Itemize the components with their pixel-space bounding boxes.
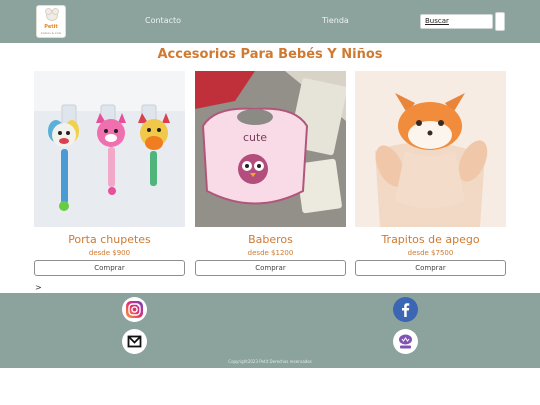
product-image[interactable] [34,71,185,227]
product-price: desde $1200 [247,249,294,257]
product-name[interactable]: Baberos [195,233,346,246]
bibs-image: cute [195,71,346,227]
logo[interactable]: Petit babies & kids [36,5,66,38]
logo-text: Petit [44,24,58,30]
fox-comforter-image [355,71,506,227]
buy-button[interactable]: Comprar [195,260,346,276]
search-input[interactable]: Buscar [420,14,493,29]
buy-button[interactable]: Comprar [355,260,506,276]
product-name[interactable]: Trapitos de apego [355,233,506,246]
carousel-next[interactable]: > [35,283,42,292]
logo-subtext: babies & kids [40,31,62,35]
product-price: desde $900 [88,249,131,257]
product-price: desde $7500 [407,249,454,257]
footer: Copyright2023 Petit Derechos reservados [0,293,540,368]
nav-tienda[interactable]: Tienda [322,16,349,25]
bear-icon [45,8,59,21]
search-button[interactable] [495,12,505,31]
header-bar: Petit babies & kids Contacto Tienda Busc… [0,0,540,43]
copyright-text: Copyright2023 Petit Derechos reservados [228,359,312,364]
nav-contacto[interactable]: Contacto [145,16,181,25]
product-name[interactable]: Porta chupetes [34,233,185,246]
mail-icon[interactable] [122,329,147,354]
facebook-icon[interactable] [393,297,418,322]
product-image[interactable]: cute [195,71,346,227]
buy-button[interactable]: Comprar [34,260,185,276]
instagram-icon[interactable] [122,297,147,322]
woocommerce-icon[interactable] [393,329,418,354]
page-title: Accesorios Para Bebés Y Niños [157,47,383,62]
product-image[interactable] [355,71,506,227]
svg-text:cute: cute [243,131,267,144]
pacifier-holders-image [34,71,185,227]
